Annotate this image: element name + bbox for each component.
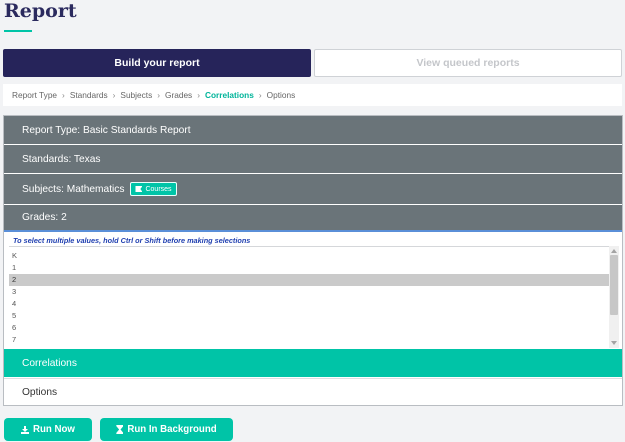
download-icon — [21, 425, 29, 434]
grade-option-2[interactable]: 2 — [9, 274, 615, 286]
accordion-standards-label: Standards: Texas — [22, 153, 101, 165]
grade-option-k[interactable]: K — [9, 250, 615, 262]
accordion-standards[interactable]: Standards: Texas — [4, 145, 622, 173]
courses-button[interactable]: Courses — [130, 182, 177, 196]
run-in-background-button[interactable]: Run In Background — [100, 418, 233, 441]
accordion-correlations-label: Correlations — [22, 357, 77, 369]
grade-select-list[interactable]: K 1 2 3 4 5 6 7 8 — [9, 246, 615, 348]
accordion-subjects-label: Subjects: Mathematics — [22, 183, 125, 195]
flag-icon — [135, 186, 143, 192]
grade-list-scrollbar[interactable] — [609, 246, 619, 348]
report-builder-panel: Report Type: Basic Standards Report Stan… — [3, 115, 623, 406]
run-in-background-label: Run In Background — [127, 424, 217, 435]
breadcrumb-report-type[interactable]: Report Type — [12, 90, 57, 100]
breadcrumb-subjects[interactable]: Subjects — [120, 90, 152, 100]
tab-view-queued-reports[interactable]: View queued reports — [314, 49, 622, 77]
report-tabs: Build your report View queued reports — [3, 49, 622, 77]
grade-option-6[interactable]: 6 — [9, 322, 615, 334]
accordion-report-type-label: Report Type: Basic Standards Report — [22, 124, 191, 136]
multi-select-hint: To select multiple values, hold Ctrl or … — [13, 236, 251, 245]
grade-option-1[interactable]: 1 — [9, 262, 615, 274]
tab-build-report[interactable]: Build your report — [3, 49, 311, 77]
grade-option-3[interactable]: 3 — [9, 286, 615, 298]
grade-option-7[interactable]: 7 — [9, 334, 615, 346]
chevron-right-icon: › — [157, 90, 160, 100]
title-underline — [4, 30, 32, 32]
accordion-grades-label: Grades: 2 — [22, 212, 67, 223]
chevron-right-icon: › — [62, 90, 65, 100]
accordion-grades[interactable]: Grades: 2 — [4, 205, 622, 232]
breadcrumb-standards[interactable]: Standards — [70, 90, 108, 100]
grade-option-5[interactable]: 5 — [9, 310, 615, 322]
breadcrumb-options[interactable]: Options — [267, 90, 296, 100]
accordion-report-type[interactable]: Report Type: Basic Standards Report — [4, 116, 622, 144]
accordion-options[interactable]: Options — [4, 378, 622, 405]
courses-button-label: Courses — [145, 185, 172, 193]
run-now-label: Run Now — [33, 424, 75, 435]
accordion-correlations[interactable]: Correlations — [4, 349, 622, 377]
chevron-right-icon: › — [112, 90, 116, 100]
breadcrumb: Report Type › Standards › Subjects › Grades… — [3, 84, 622, 106]
grade-option-8[interactable]: 8 — [9, 346, 615, 348]
accordion-options-label: Options — [22, 387, 58, 398]
accordion-subjects[interactable]: Subjects: Mathematics Courses — [4, 174, 622, 204]
hourglass-icon — [116, 425, 124, 434]
scroll-up-arrow-icon[interactable] — [611, 249, 617, 253]
chevron-right-icon: › — [258, 90, 262, 100]
chevron-right-icon: › — [197, 90, 200, 100]
breadcrumb-grades[interactable]: Grades — [165, 90, 192, 100]
grade-option-4[interactable]: 4 — [9, 298, 615, 310]
run-now-button[interactable]: Run Now — [4, 418, 92, 441]
scroll-down-arrow-icon[interactable] — [611, 341, 617, 345]
scroll-thumb[interactable] — [610, 255, 618, 315]
page-title: Report — [4, 0, 77, 22]
breadcrumb-correlations[interactable]: Correlations — [205, 90, 254, 100]
